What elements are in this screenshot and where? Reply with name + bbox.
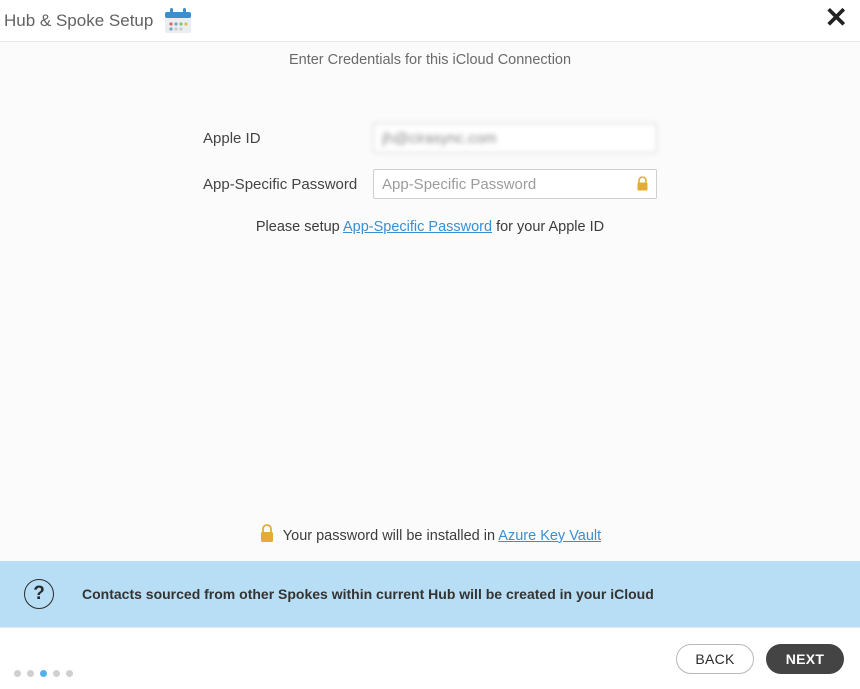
key-vault-notice: Your password will be installed in Azure… (0, 524, 860, 561)
close-icon[interactable]: ✕ (825, 4, 848, 32)
dialog-footer: BACK NEXT (0, 627, 860, 689)
lock-icon (636, 177, 649, 192)
step-dot-active (40, 670, 47, 677)
step-dot (53, 670, 60, 677)
apple-id-label: Apple ID (203, 130, 373, 147)
info-banner-text: Contacts sourced from other Spokes withi… (82, 586, 654, 602)
dialog-body: Enter Credentials for this iCloud Connec… (0, 42, 860, 627)
apple-id-input[interactable] (373, 123, 657, 153)
app-specific-password-input[interactable] (373, 169, 657, 199)
app-specific-password-label: App-Specific Password (203, 176, 373, 193)
app-specific-password-hint: Please setup App-Specific Password for y… (256, 219, 604, 235)
next-button[interactable]: NEXT (766, 644, 844, 674)
dialog-header: Hub & Spoke Setup ✕ (0, 0, 860, 42)
step-indicator (14, 670, 73, 677)
info-banner: ? Contacts sourced from other Spokes wit… (0, 561, 860, 627)
calendar-icon (163, 7, 193, 35)
help-icon: ? (24, 579, 54, 609)
instruction-text: Enter Credentials for this iCloud Connec… (0, 52, 860, 68)
lock-icon (259, 524, 275, 547)
back-button[interactable]: BACK (676, 644, 754, 674)
step-dot (14, 670, 21, 677)
credentials-form: Apple ID App-Specific Password (0, 123, 860, 235)
azure-key-vault-link[interactable]: Azure Key Vault (498, 528, 601, 544)
step-dot (66, 670, 73, 677)
dialog-title: Hub & Spoke Setup (4, 11, 153, 31)
step-dot (27, 670, 34, 677)
app-specific-password-link[interactable]: App-Specific Password (343, 219, 492, 235)
